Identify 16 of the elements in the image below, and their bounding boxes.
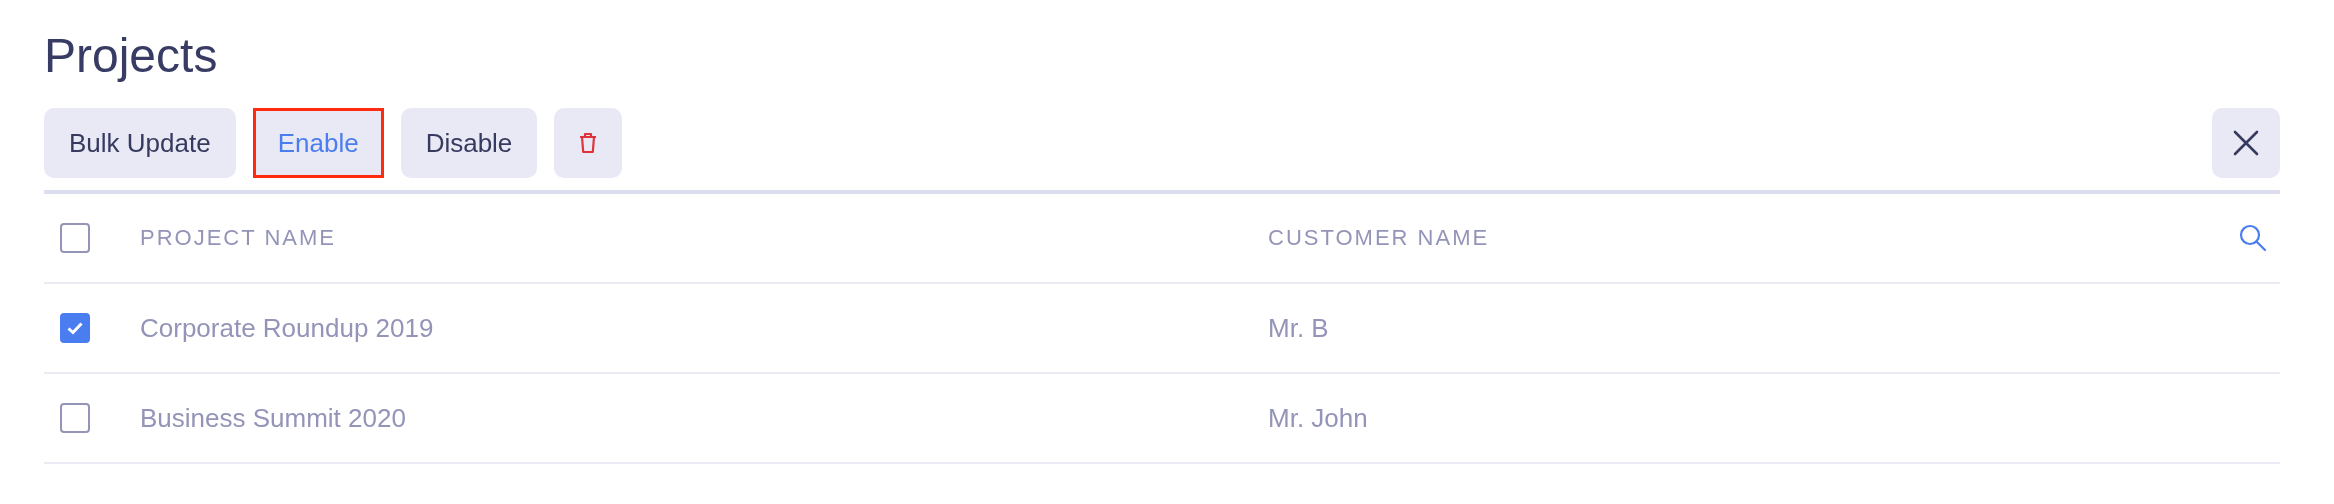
table-cell: Mr. B	[1268, 312, 1329, 343]
column-header: PROJECT NAME	[140, 225, 336, 250]
close-icon	[2233, 130, 2259, 156]
search-icon[interactable]	[2238, 223, 2268, 253]
select-all-checkbox[interactable]	[60, 223, 90, 253]
column-header: CUSTOMER NAME	[1268, 225, 1490, 250]
table-cell: Mr. John	[1268, 402, 1368, 433]
toolbar-button[interactable]: Disable	[400, 108, 538, 178]
row-checkbox[interactable]	[60, 313, 90, 343]
delete-button[interactable]	[554, 108, 623, 178]
table-cell: Corporate Roundup 2019	[140, 312, 434, 343]
page-title: Projects	[44, 32, 219, 80]
row-checkbox[interactable]	[60, 403, 90, 433]
close-button[interactable]	[2212, 108, 2280, 178]
table-cell: Business Summit 2020	[140, 402, 406, 433]
toolbar-button[interactable]: Bulk Update	[44, 108, 236, 178]
